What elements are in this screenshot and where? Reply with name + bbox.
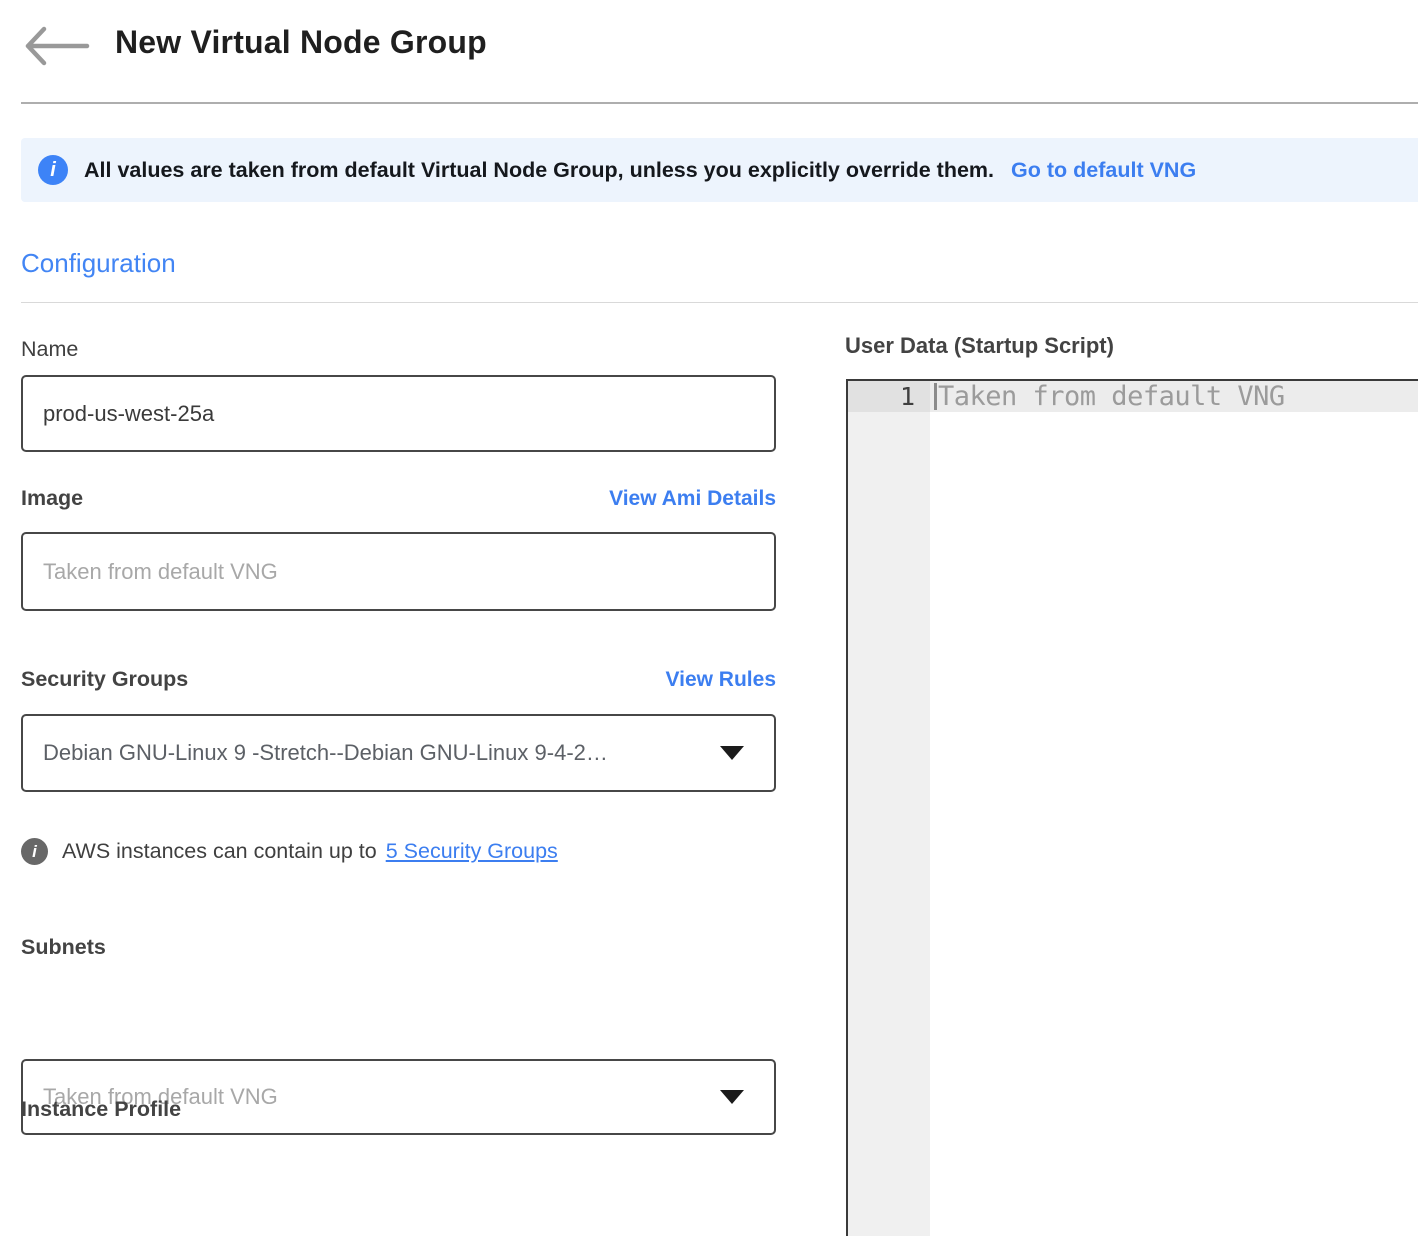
default-vng-info-banner: i All values are taken from default Virt… (21, 138, 1418, 202)
new-virtual-node-group-page: New Virtual Node Group i All values are … (0, 0, 1418, 1236)
back-arrow-icon[interactable] (24, 26, 90, 66)
section-divider (21, 302, 1418, 303)
image-field-wrap (21, 532, 776, 611)
image-field-group: Image View Ami Details (21, 486, 776, 511)
subnets-field-group: Subnets (21, 935, 776, 960)
text-cursor (934, 383, 937, 410)
subnets-label: Subnets (21, 935, 776, 960)
editor-line-number-gutter: 1 (848, 381, 930, 1236)
info-icon: i (38, 155, 68, 185)
header-divider (21, 102, 1418, 104)
name-field-group: Name (21, 337, 776, 362)
view-ami-details-link[interactable]: View Ami Details (609, 487, 776, 511)
name-input[interactable] (21, 375, 776, 452)
go-to-default-vng-link[interactable]: Go to default VNG (1011, 158, 1196, 183)
page-title: New Virtual Node Group (115, 24, 487, 61)
name-field-wrap (21, 375, 776, 452)
name-label: Name (21, 337, 776, 362)
view-rules-link[interactable]: View Rules (666, 668, 777, 692)
user-data-editor[interactable]: 1 Taken from default VNG (846, 379, 1418, 1236)
editor-placeholder-text: Taken from default VNG (938, 381, 1285, 412)
five-security-groups-link[interactable]: 5 Security Groups (386, 839, 558, 864)
security-groups-label: Security Groups (21, 667, 188, 692)
chevron-down-icon (720, 746, 744, 760)
image-input[interactable] (21, 532, 776, 611)
instance-profile-field-group: Instance Profile (21, 1097, 776, 1122)
banner-message: All values are taken from default Virtua… (84, 158, 994, 183)
security-groups-field-group: Security Groups View Rules (21, 667, 776, 692)
security-groups-note: i AWS instances can contain up to 5 Secu… (21, 838, 558, 865)
configuration-section-title: Configuration (21, 248, 176, 279)
image-label: Image (21, 486, 83, 511)
security-groups-select[interactable]: Debian GNU-Linux 9 -Stretch--Debian GNU-… (21, 714, 776, 792)
line-number: 1 (848, 381, 930, 412)
info-icon: i (21, 838, 48, 865)
editor-active-line: Taken from default VNG (930, 381, 1418, 412)
user-data-label: User Data (Startup Script) (845, 333, 1114, 359)
security-note-text: AWS instances can contain up to (62, 839, 377, 864)
instance-profile-label: Instance Profile (21, 1097, 776, 1122)
security-groups-selected-value: Debian GNU-Linux 9 -Stretch--Debian GNU-… (43, 740, 706, 766)
editor-code-area[interactable]: Taken from default VNG (930, 381, 1418, 1236)
